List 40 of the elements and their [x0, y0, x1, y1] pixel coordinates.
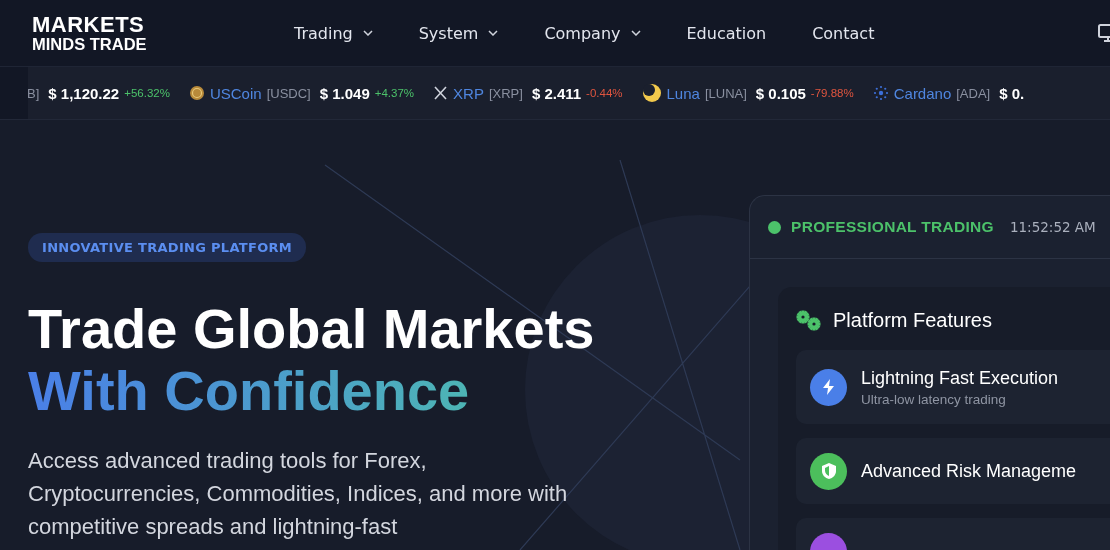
nav-link[interactable]: System: [418, 23, 499, 43]
coin-price: $ 0.105: [755, 84, 806, 102]
shield-icon: [821, 463, 836, 479]
nav-link[interactable]: Education: [686, 23, 767, 43]
coin-name[interactable]: Cardano: [893, 84, 952, 102]
coin-icon: [188, 85, 205, 101]
coin-name[interactable]: Luna: [666, 84, 700, 102]
nav-link[interactable]: Trading: [294, 23, 373, 43]
x-mark-icon: [433, 86, 449, 100]
coin-symbol: [XRP]: [488, 85, 523, 101]
feature-title: Lightning Fast Execution: [861, 367, 1059, 389]
nav-link[interactable]: Contact: [812, 23, 875, 43]
coin-symbol: [USDC]: [266, 85, 311, 101]
price-change: +4.37%: [374, 87, 415, 99]
logo[interactable]: MARKETS MINDS TRADE: [32, 13, 294, 53]
coin-price: $ 1.049: [319, 84, 370, 102]
coin-name[interactable]: XRP: [453, 84, 484, 102]
price-change: +56.32%: [124, 87, 170, 99]
coin-symbol: [ADA]: [956, 85, 991, 101]
features-title: Platform Features: [833, 309, 992, 332]
coin-price: $ 1,120.22: [48, 84, 120, 102]
hero-title: Trade Global Markets: [28, 297, 595, 360]
coin-price: $ 0.: [999, 84, 1025, 102]
crescent-moon-icon: [641, 83, 662, 103]
feature-title: Advanced Risk Manageme: [861, 460, 1077, 482]
coin-symbol: B]: [28, 85, 40, 101]
price-change: -79.88%: [810, 87, 854, 99]
lightning-bolt-icon: [821, 379, 836, 395]
hero-description: Access advanced trading tools for Forex, Cryptocurrencies, Commodities, Indices, and more with competitive spreads and lightning-fast: [28, 447, 569, 541]
coin-price: $ 2.411: [531, 84, 582, 102]
coin-name[interactable]: USCoin: [209, 84, 262, 102]
feature-subtitle: Ultra-low latency trading: [861, 391, 1007, 407]
platform-badge: INNOVATIVE TRADING PLATFORM: [28, 233, 307, 262]
status-label: PROFESSIONAL TRADING: [791, 218, 994, 236]
clock-time: 11:52:52 AM: [1009, 219, 1096, 235]
dotted-circle-icon: [872, 85, 889, 101]
nav-link[interactable]: Company: [544, 23, 641, 43]
price-change: -0.44%: [586, 87, 623, 99]
coin-symbol: [LUNA]: [704, 85, 747, 101]
gears-icon: [796, 309, 823, 332]
